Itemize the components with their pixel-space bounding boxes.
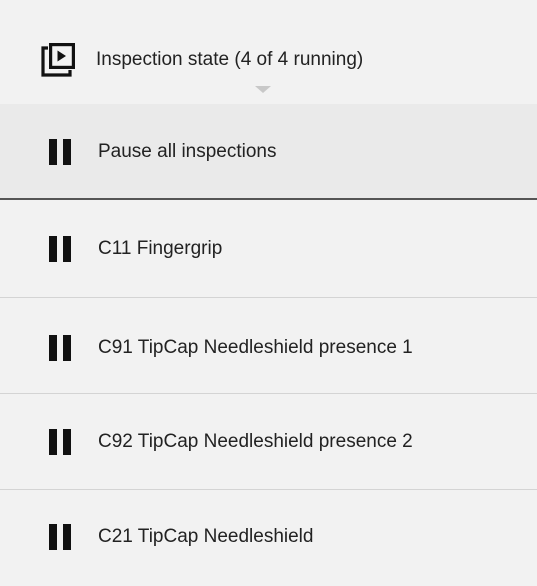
inspection-row[interactable]: C91 TipCap Needleshield presence 1 [0,298,537,394]
pause-icon [49,524,73,550]
pause-icon [49,429,73,455]
inspection-label: C21 TipCap Needleshield [98,526,314,547]
inspection-label: C11 Fingergrip [98,238,223,259]
inspection-label: C92 TipCap Needleshield presence 2 [98,431,413,452]
inspection-row[interactable]: C11 Fingergrip [0,202,537,298]
pause-all-label: Pause all inspections [98,141,277,162]
pause-all-button[interactable]: Pause all inspections [0,104,537,200]
pause-icon [49,139,73,165]
inspection-state-panel: Inspection state (4 of 4 running) Pause … [0,0,537,586]
play-slides-icon [41,42,75,77]
inspection-row[interactable]: C92 TipCap Needleshield presence 2 [0,394,537,490]
inspection-state-title: Inspection state (4 of 4 running) [96,49,364,70]
inspection-row[interactable]: C21 TipCap Needleshield [0,490,537,586]
pause-icon [49,335,73,361]
inspection-state-header[interactable]: Inspection state (4 of 4 running) [0,0,537,102]
pause-icon [49,236,73,262]
dropdown-caret-icon [255,86,271,93]
inspection-label: C91 TipCap Needleshield presence 1 [98,337,413,358]
